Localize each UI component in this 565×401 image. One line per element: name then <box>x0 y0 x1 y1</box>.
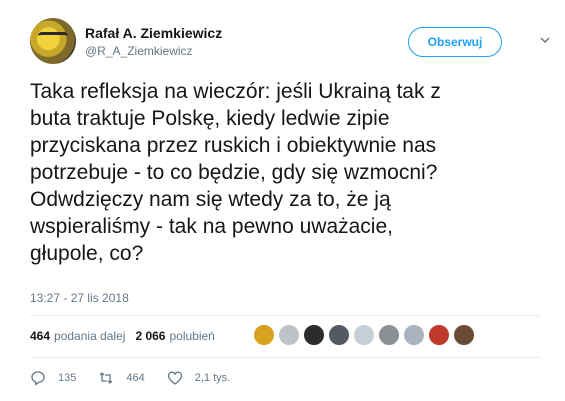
tweet-card: Rafał A. Ziemkiewicz @R_A_Ziemkiewicz Ob… <box>0 0 565 401</box>
retweets-count[interactable]: 464 <box>30 329 50 343</box>
reply-count: 135 <box>58 372 77 384</box>
liker-avatar-1[interactable] <box>253 324 275 346</box>
tweet-header: Rafał A. Ziemkiewicz @R_A_Ziemkiewicz Ob… <box>30 18 550 68</box>
liker-avatar-3[interactable] <box>303 324 325 346</box>
heart-icon <box>167 371 182 385</box>
tweet-text: Taka refleksja na wieczór: jeśli Ukrainą… <box>30 80 441 265</box>
likes-count[interactable]: 2 066 <box>135 329 165 343</box>
like-count: 2,1 tys. <box>194 372 231 384</box>
liker-avatar-7[interactable] <box>403 324 425 346</box>
liker-avatar-4[interactable] <box>328 324 350 346</box>
like-action[interactable]: 2,1 tys. <box>167 370 230 386</box>
retweet-count: 464 <box>126 372 145 384</box>
chevron-down-icon[interactable] <box>540 35 550 45</box>
tweet-actions: 135 464 2,1 tys. <box>30 370 252 386</box>
avatar[interactable] <box>30 18 76 64</box>
user-name[interactable]: Rafał A. Ziemkiewicz <box>85 25 222 41</box>
liker-avatar-8[interactable] <box>428 324 450 346</box>
likes-label[interactable]: polubień <box>169 329 214 343</box>
divider <box>30 315 540 316</box>
retweet-action[interactable]: 464 <box>98 370 145 386</box>
retweet-icon <box>99 372 113 384</box>
tweet-timestamp[interactable]: 13:27 - 27 lis 2018 <box>30 291 129 305</box>
liker-avatar-9[interactable] <box>453 324 475 346</box>
liker-avatar-2[interactable] <box>278 324 300 346</box>
reply-action[interactable]: 135 <box>30 370 76 386</box>
divider <box>30 357 540 358</box>
tweet-stats: 464 podania dalej 2 066 polubień <box>30 322 225 350</box>
follow-button[interactable]: Obserwuj <box>408 27 502 57</box>
likers-avatars <box>253 324 475 346</box>
liker-avatar-5[interactable] <box>353 324 375 346</box>
liker-avatar-6[interactable] <box>378 324 400 346</box>
user-handle[interactable]: @R_A_Ziemkiewicz <box>85 44 193 58</box>
retweets-label[interactable]: podania dalej <box>54 329 125 343</box>
reply-icon <box>31 371 45 386</box>
